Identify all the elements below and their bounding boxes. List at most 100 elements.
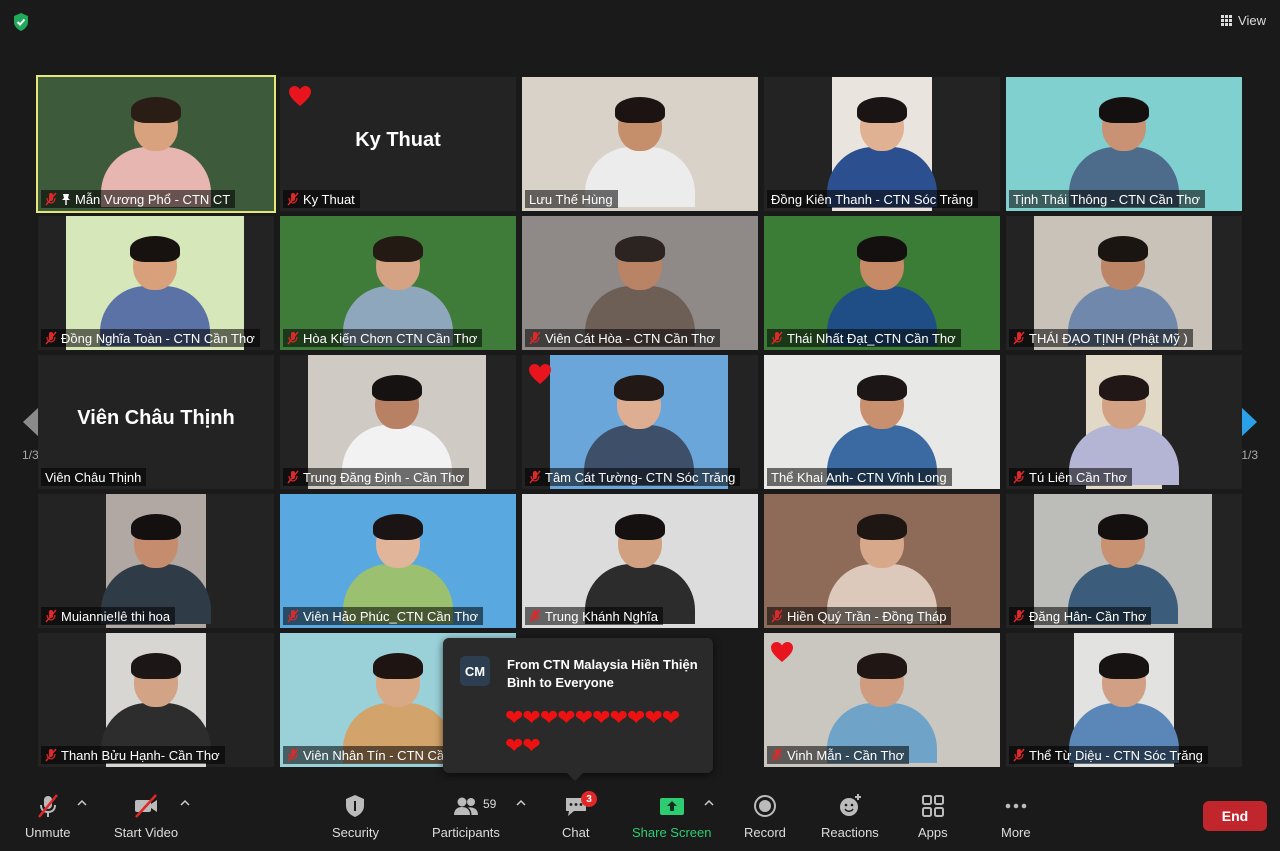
security-label: Security: [332, 825, 379, 840]
share-screen-button[interactable]: Share Screen: [632, 793, 712, 840]
participant-name: Viên Châu Thịnh: [45, 469, 142, 485]
start-video-label: Start Video: [114, 825, 179, 840]
participant-tile[interactable]: Thể Khai Anh- CTN Vĩnh Long: [764, 355, 1000, 489]
participant-name-tag: Trung Đăng Định - Cần Thơ: [283, 468, 469, 486]
chevron-up-icon[interactable]: [704, 799, 714, 807]
muted-microphone-icon: [1013, 331, 1025, 345]
participant-name-tag: Viên Cát Hòa - CTN Cần Thơ: [525, 329, 720, 347]
heart-reaction-icon: [771, 642, 793, 662]
muted-microphone-icon: [771, 748, 783, 762]
participant-tile[interactable]: Hiền Quý Trần - Đồng Tháp: [764, 494, 1000, 628]
participant-name: Ky Thuat: [303, 191, 355, 207]
participant-display-name: Viên Châu Thịnh: [77, 407, 235, 429]
more-button[interactable]: More: [1001, 793, 1031, 840]
start-video-button[interactable]: Start Video: [114, 793, 178, 840]
share-screen-icon: [659, 798, 684, 815]
participant-tile[interactable]: THÁI ĐẠO TỊNH (Phật Mỹ ): [1006, 216, 1242, 350]
chevron-up-icon[interactable]: [77, 799, 87, 807]
participant-tile[interactable]: Trung Đăng Định - Cần Thơ: [280, 355, 516, 489]
meeting-toolbar: Unmute Start Video Security Participants…: [0, 781, 1280, 851]
participant-name: Viên Cát Hòa - CTN Cần Thơ: [545, 330, 715, 346]
participant-name: Viên Nhân Tín - CTN Cầ: [303, 747, 445, 763]
participant-name: Thái Nhất Đạt_CTN Cần Thơ: [787, 330, 956, 346]
unmute-button[interactable]: Unmute: [25, 793, 71, 840]
participant-name-tag: Vinh Mẫn - Cần Thơ: [767, 746, 910, 764]
muted-microphone-icon: [1013, 470, 1025, 484]
view-button[interactable]: View: [1221, 10, 1266, 30]
chat-message: ❤❤❤❤❤❤❤❤❤❤❤❤: [505, 705, 680, 758]
participant-name: Thể Từ Diệu - CTN Sóc Trăng: [1029, 747, 1203, 763]
participant-name: Muiannie!lê thi hoa: [61, 608, 171, 624]
shield-icon: [346, 795, 365, 817]
participant-tile[interactable]: Vinh Mẫn - Cần Thơ: [764, 633, 1000, 767]
participant-name-tag: Tâm Cát Tường- CTN Sóc Trăng: [525, 468, 741, 486]
apps-button[interactable]: Apps: [918, 793, 948, 840]
participant-tile[interactable]: Thanh Bửu Hạnh- Cần Thơ: [38, 633, 274, 767]
participant-tile[interactable]: Đồng Kiên Thanh - CTN Sóc Trăng: [764, 77, 1000, 211]
participant-tile[interactable]: Thể Từ Diệu - CTN Sóc Trăng: [1006, 633, 1242, 767]
participant-tile[interactable]: Lưu Thế Hùng: [522, 77, 758, 211]
participant-tile[interactable]: Ky Thuat Ky Thuat: [280, 77, 516, 211]
muted-microphone-icon: [287, 331, 299, 345]
more-label: More: [1001, 825, 1031, 840]
participant-name-tag: Mẫn Vương Phổ - CTN CT: [41, 190, 236, 208]
participant-name-tag: Viên Nhân Tín - CTN Cầ: [283, 746, 450, 764]
heart-reaction-icon: [289, 86, 311, 106]
apps-icon: [921, 795, 944, 817]
participant-name: Tâm Cát Tường- CTN Sóc Trăng: [545, 469, 736, 485]
participant-name: Đồng Nghĩa Toàn - CTN Cần Thơ: [61, 330, 255, 346]
participants-label: Participants: [432, 825, 500, 840]
participant-tile[interactable]: Tú Liên Cần Thơ: [1006, 355, 1242, 489]
chevron-up-icon[interactable]: [180, 799, 190, 807]
participant-name: Thể Khai Anh- CTN Vĩnh Long: [771, 469, 947, 485]
page-indicator-right: 1/3: [1241, 448, 1258, 462]
muted-microphone-icon: [287, 192, 299, 206]
participant-tile[interactable]: Đồng Nghĩa Toàn - CTN Cần Thơ: [38, 216, 274, 350]
more-dots-icon: [1005, 803, 1027, 809]
unmute-label: Unmute: [25, 825, 71, 840]
participant-tile[interactable]: Viên Hảo Phúc_CTN Cần Thơ: [280, 494, 516, 628]
page-indicator-left: 1/3: [22, 448, 39, 462]
chat-notification[interactable]: CM From CTN Malaysia Hiền Thiện Bình to …: [443, 638, 713, 781]
shield-check-icon[interactable]: [12, 12, 30, 32]
participant-name-tag: Đăng Hân- Cần Thơ: [1009, 607, 1152, 625]
participant-name-tag: Ky Thuat: [283, 190, 360, 208]
end-meeting-button[interactable]: End: [1203, 801, 1267, 831]
chevron-up-icon[interactable]: [516, 799, 526, 807]
participants-icon: [453, 797, 478, 815]
muted-microphone-icon: [529, 470, 541, 484]
participant-name-tag: Thái Nhất Đạt_CTN Cần Thơ: [767, 329, 961, 347]
view-label: View: [1238, 12, 1266, 28]
participant-name: Thanh Bửu Hạnh- Cần Thơ: [61, 747, 220, 763]
muted-microphone-icon: [1013, 609, 1025, 623]
share-screen-label: Share Screen: [632, 825, 712, 840]
record-icon: [753, 795, 776, 817]
muted-microphone-icon: [287, 748, 299, 762]
participant-tile[interactable]: Mẫn Vương Phổ - CTN CT: [36, 75, 276, 213]
participant-name-tag: Muiannie!lê thi hoa: [41, 607, 176, 625]
security-button[interactable]: Security: [332, 793, 379, 840]
participant-name: Trung Đăng Định - Cần Thơ: [303, 469, 464, 485]
participant-name-tag: Hiền Quý Trần - Đồng Tháp: [767, 607, 952, 625]
reactions-button[interactable]: Reactions: [821, 793, 879, 840]
participant-display-name: Ky Thuat: [355, 129, 441, 151]
participant-name-tag: Thể Từ Diệu - CTN Sóc Trăng: [1009, 746, 1208, 764]
participant-tile[interactable]: Thái Nhất Đạt_CTN Cần Thơ: [764, 216, 1000, 350]
participant-name: Hòa Kiến Chơn CTN Cần Thơ: [303, 330, 478, 346]
participant-name-tag: Đồng Nghĩa Toàn - CTN Cần Thơ: [41, 329, 260, 347]
muted-microphone-icon: [287, 470, 299, 484]
muted-microphone-icon: [287, 609, 299, 623]
participant-tile[interactable]: Muiannie!lê thi hoa: [38, 494, 274, 628]
muted-microphone-icon: [529, 609, 541, 623]
muted-microphone-icon: [45, 331, 57, 345]
participant-tile[interactable]: Viên Cát Hòa - CTN Cần Thơ: [522, 216, 758, 350]
participant-tile[interactable]: Tịnh Thái Thông - CTN Cần Thơ: [1006, 77, 1242, 211]
participant-tile[interactable]: Đăng Hân- Cần Thơ: [1006, 494, 1242, 628]
grid-icon: [1221, 14, 1233, 26]
participant-tile[interactable]: Viên Châu Thịnh Viên Châu Thịnh: [38, 355, 274, 489]
muted-microphone-icon: [1013, 748, 1025, 762]
participant-tile[interactable]: Trung Khánh Nghĩa: [522, 494, 758, 628]
participant-tile[interactable]: Tâm Cát Tường- CTN Sóc Trăng: [522, 355, 758, 489]
participant-tile[interactable]: Hòa Kiến Chơn CTN Cần Thơ: [280, 216, 516, 350]
record-button[interactable]: Record: [744, 793, 786, 840]
